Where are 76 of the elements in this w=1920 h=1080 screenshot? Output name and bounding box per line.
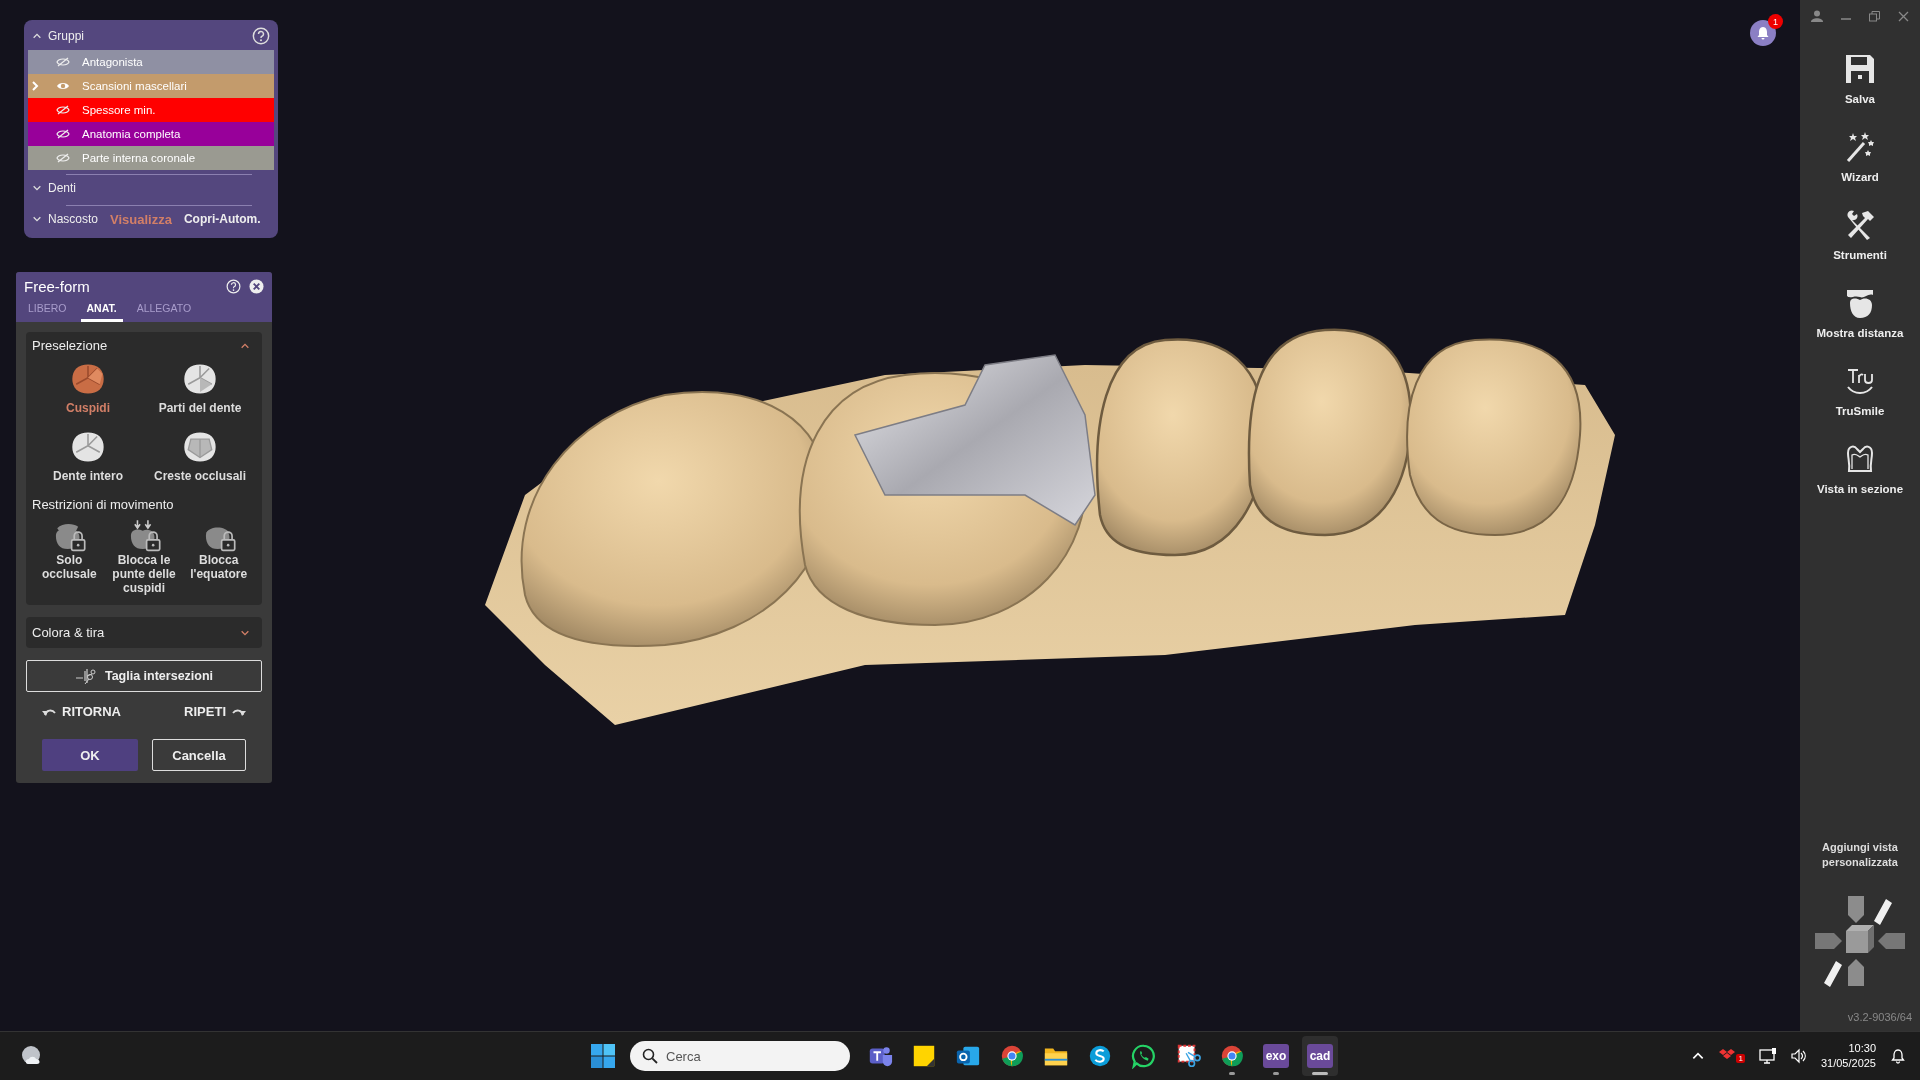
eye-slash-icon[interactable] [56, 129, 70, 139]
scissors-icon [74, 667, 97, 686]
toolbar-button[interactable]: TruSmile [1835, 365, 1885, 417]
help-icon[interactable] [252, 27, 270, 45]
phone-bubble-icon [1131, 1043, 1157, 1069]
version-label: v3.2-9036/64 [1847, 1011, 1912, 1023]
taskbar-app-button[interactable]: exo [1258, 1036, 1294, 1076]
panel-title: Gruppi [48, 29, 86, 43]
undo-button[interactable]: RITORNA [42, 704, 121, 720]
tooth-icon [71, 431, 105, 463]
browser-icon [999, 1043, 1025, 1069]
section-title: Colora & tira [32, 625, 106, 641]
running-indicator [1312, 1072, 1328, 1075]
layer-row[interactable]: Spessore min. [28, 98, 274, 122]
clock[interactable]: 10:30 31/05/2025 [1820, 1041, 1876, 1071]
bell-icon [1756, 26, 1770, 40]
eye-icon[interactable] [56, 81, 70, 91]
preset-button[interactable]: Dente intero [32, 431, 144, 483]
restriction-button[interactable]: Blocca le punte delle cuspidi [106, 520, 182, 596]
preset-button[interactable]: Creste occlusali [144, 431, 256, 483]
chevron-down-icon[interactable] [32, 214, 42, 224]
tooth-icon [183, 431, 217, 463]
toolbar-button[interactable]: Vista in sezione [1816, 443, 1904, 495]
layer-row[interactable]: Anatomia completa [28, 122, 274, 146]
tooth-icon [183, 363, 217, 395]
section-label[interactable]: Denti [48, 181, 76, 195]
notification-button[interactable] [1750, 20, 1776, 46]
ok-button[interactable]: OK [42, 739, 138, 772]
start-icon[interactable] [590, 1043, 616, 1069]
toolbar-button[interactable]: Mostra distanza [1816, 287, 1904, 339]
wrench-hammer-icon [1844, 209, 1876, 241]
speaker-icon[interactable] [1790, 1048, 1807, 1064]
toolbar-label: Aggiungi vista personalizzata [1821, 840, 1899, 869]
restore-icon[interactable] [1869, 10, 1880, 22]
eye-slash-icon[interactable] [56, 57, 70, 67]
close-icon[interactable] [1898, 10, 1909, 22]
tooth-section-icon [1844, 443, 1876, 475]
text-button[interactable]: Copri-Autom. [183, 212, 261, 226]
preset-button[interactable]: Parti del dente [144, 363, 256, 415]
redo-button[interactable]: RIPETI [184, 704, 246, 720]
help-icon[interactable] [226, 279, 241, 294]
browser-icon [1219, 1043, 1245, 1069]
cancel-button[interactable]: Cancella [152, 739, 246, 772]
section-title: Restrizioni di movimento [32, 497, 175, 512]
tooth-icon [71, 363, 105, 395]
section-title: Preselezione [32, 338, 109, 353]
restriction-button[interactable]: Solo occlusale [32, 520, 107, 596]
running-indicator [1229, 1072, 1235, 1075]
preset-button[interactable]: Cuspidi [32, 363, 144, 415]
toolbar-button[interactable]: Strumenti [1833, 209, 1887, 261]
note-icon [911, 1043, 937, 1069]
restriction-button[interactable]: Blocca l'equatore [181, 520, 256, 596]
running-indicator [1273, 1072, 1279, 1075]
section-label[interactable]: Nascosto [48, 212, 99, 226]
magic-wand-icon [1844, 131, 1876, 163]
chat-app-icon [1087, 1043, 1113, 1069]
search-icon [642, 1048, 658, 1064]
notification-bell-icon[interactable] [1890, 1048, 1906, 1064]
search-field[interactable]: Cerca [630, 1041, 850, 1071]
chevron-right-icon[interactable] [31, 81, 39, 91]
notification-badge: 1 [1768, 14, 1783, 29]
scissors-icon [1175, 1043, 1201, 1069]
cut-button[interactable]: Taglia intersezioni [26, 660, 262, 693]
taskbar-app-button[interactable]: cad [1302, 1036, 1338, 1076]
chevron-down-icon[interactable] [32, 183, 42, 193]
toolbar-button[interactable]: Wizard [1841, 131, 1879, 183]
panel-title: Free-form [24, 278, 91, 295]
toolbar-button[interactable]: Salva [1844, 53, 1876, 105]
eye-slash-icon[interactable] [56, 105, 70, 115]
tooth-distance-icon [1844, 287, 1876, 319]
tray-badge: 1 [1736, 1054, 1745, 1063]
tab[interactable]: ANAT. [80, 299, 123, 322]
close-icon[interactable] [249, 279, 264, 294]
user-icon[interactable] [1811, 10, 1823, 22]
section-card[interactable]: Colora & tira [26, 617, 262, 649]
monitor-icon[interactable] [1758, 1048, 1777, 1064]
